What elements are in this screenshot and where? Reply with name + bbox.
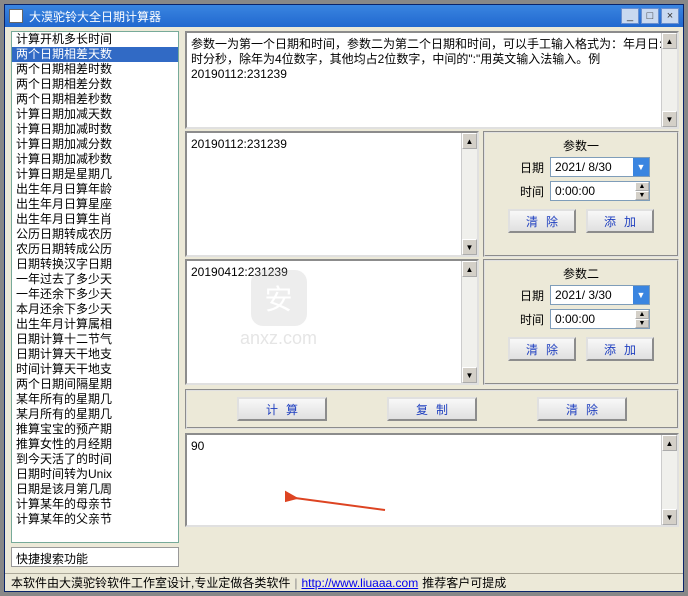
- result-box[interactable]: 90 ▲ ▼: [185, 433, 679, 527]
- app-icon: [9, 9, 23, 23]
- instructions-box[interactable]: 参数一为第一个日期和时间，参数二为第二个日期和时间，可以手工输入格式为：年月日:…: [185, 31, 679, 129]
- maximize-button[interactable]: □: [641, 8, 659, 24]
- param1-date-input[interactable]: 2021/ 8/30 ▼: [550, 157, 650, 177]
- window-title: 大漠驼铃大全日期计算器: [29, 8, 621, 25]
- result-text: 90: [191, 439, 204, 453]
- titlebar[interactable]: 大漠驼铃大全日期计算器 _ □ ×: [5, 5, 683, 27]
- scroll-down-icon[interactable]: ▼: [662, 509, 677, 525]
- scroll-up-icon[interactable]: ▲: [462, 133, 477, 149]
- scrollbar[interactable]: ▲ ▼: [661, 435, 677, 525]
- sidebar-item[interactable]: 两个日期间隔星期: [12, 377, 178, 392]
- param2-section: 20190412:231239 ▲ ▼ 参数二 日期 2021/ 3/30 ▼: [185, 259, 679, 385]
- spin-down-icon[interactable]: ▼: [635, 191, 649, 200]
- date-label: 日期: [512, 159, 544, 176]
- status-text: 本软件由大漠驼铃软件工作室设计,专业定做各类软件: [11, 574, 290, 591]
- param1-add-button[interactable]: 添加: [586, 209, 654, 233]
- param1-clear-button[interactable]: 清除: [508, 209, 576, 233]
- instructions-text: 参数一为第一个日期和时间，参数二为第二个日期和时间，可以手工输入格式为：年月日:…: [191, 37, 662, 81]
- spin-down-icon[interactable]: ▼: [635, 319, 649, 328]
- sidebar-item[interactable]: 一年还余下多少天: [12, 287, 178, 302]
- minimize-button[interactable]: _: [621, 8, 639, 24]
- param1-title: 参数一: [563, 137, 599, 153]
- sidebar-item[interactable]: 计算日期加减天数: [12, 107, 178, 122]
- sidebar-item[interactable]: 两个日期相差秒数: [12, 92, 178, 107]
- param1-section: 20190112:231239 ▲ ▼ 参数一 日期 2021/ 8/30 ▼: [185, 131, 679, 257]
- param2-date-input[interactable]: 2021/ 3/30 ▼: [550, 285, 650, 305]
- action-row: 计算 复制 清除: [185, 389, 679, 429]
- sidebar-item[interactable]: 出生年月日算年龄: [12, 182, 178, 197]
- close-button[interactable]: ×: [661, 8, 679, 24]
- sidebar-item[interactable]: 推算宝宝的预产期: [12, 422, 178, 437]
- sidebar-item[interactable]: 某月所有的星期几: [12, 407, 178, 422]
- sidebar-item[interactable]: 一年过去了多少天: [12, 272, 178, 287]
- sidebar-item[interactable]: 出生年月日算星座: [12, 197, 178, 212]
- sidebar-item[interactable]: 某年所有的星期几: [12, 392, 178, 407]
- time-label: 时间: [512, 183, 544, 200]
- date-label: 日期: [512, 287, 544, 304]
- sidebar-item[interactable]: 到今天活了的时间: [12, 452, 178, 467]
- sidebar-item[interactable]: 计算日期加减时数: [12, 122, 178, 137]
- param1-text: 20190112:231239: [191, 137, 287, 151]
- sidebar-item[interactable]: 日期计算天干地支: [12, 347, 178, 362]
- sidebar-item[interactable]: 计算某年的母亲节: [12, 497, 178, 512]
- scrollbar[interactable]: ▲ ▼: [461, 261, 477, 383]
- sidebar-item[interactable]: 两个日期相差天数: [12, 47, 178, 62]
- sidebar-item[interactable]: 两个日期相差分数: [12, 77, 178, 92]
- scroll-up-icon[interactable]: ▲: [662, 33, 677, 49]
- dropdown-icon[interactable]: ▼: [633, 286, 649, 304]
- sidebar-item[interactable]: 公历日期转成农历: [12, 227, 178, 242]
- param2-textarea[interactable]: 20190412:231239 ▲ ▼: [185, 259, 479, 385]
- scroll-up-icon[interactable]: ▲: [462, 261, 477, 277]
- spin-up-icon[interactable]: ▲: [635, 310, 649, 319]
- sidebar-item[interactable]: 农历日期转成公历: [12, 242, 178, 257]
- sidebar-item[interactable]: 日期转换汉字日期: [12, 257, 178, 272]
- param2-time-input[interactable]: 0:00:00 ▲▼: [550, 309, 650, 329]
- scroll-down-icon[interactable]: ▼: [462, 367, 477, 383]
- scroll-down-icon[interactable]: ▼: [462, 239, 477, 255]
- sidebar-item[interactable]: 计算日期加减秒数: [12, 152, 178, 167]
- quick-search-input[interactable]: 快捷搜索功能: [11, 547, 179, 567]
- status-text2: 推荐客户可提成: [422, 574, 506, 591]
- param2-text: 20190412:231239: [191, 265, 288, 279]
- sidebar-item[interactable]: 推算女性的月经期: [12, 437, 178, 452]
- sidebar-item[interactable]: 计算日期是星期几: [12, 167, 178, 182]
- sidebar-item[interactable]: 出生年月日算生肖: [12, 212, 178, 227]
- sidebar-item[interactable]: 时间计算天干地支: [12, 362, 178, 377]
- time-label: 时间: [512, 311, 544, 328]
- calculate-button[interactable]: 计算: [237, 397, 327, 421]
- sidebar-item[interactable]: 两个日期相差时数: [12, 62, 178, 77]
- content-area: 计算开机多长时间两个日期相差天数两个日期相差时数两个日期相差分数两个日期相差秒数…: [5, 27, 683, 573]
- main-panel: 参数一为第一个日期和时间，参数二为第二个日期和时间，可以手工输入格式为：年月日:…: [185, 31, 679, 571]
- sidebar-item[interactable]: 日期计算十二节气: [12, 332, 178, 347]
- scrollbar[interactable]: ▲ ▼: [461, 133, 477, 255]
- param1-panel: 参数一 日期 2021/ 8/30 ▼ 时间 0:00:00 ▲▼: [483, 131, 679, 257]
- scroll-down-icon[interactable]: ▼: [662, 111, 677, 127]
- dropdown-icon[interactable]: ▼: [633, 158, 649, 176]
- param2-title: 参数二: [563, 265, 599, 281]
- sidebar-item[interactable]: 计算开机多长时间: [12, 32, 178, 47]
- spin-up-icon[interactable]: ▲: [635, 182, 649, 191]
- function-list[interactable]: 计算开机多长时间两个日期相差天数两个日期相差时数两个日期相差分数两个日期相差秒数…: [11, 31, 179, 543]
- param2-panel: 参数二 日期 2021/ 3/30 ▼ 时间 0:00:00 ▲▼: [483, 259, 679, 385]
- sidebar-item[interactable]: 计算日期加减分数: [12, 137, 178, 152]
- app-window: 大漠驼铃大全日期计算器 _ □ × 计算开机多长时间两个日期相差天数两个日期相差…: [4, 4, 684, 592]
- sidebar-item[interactable]: 日期是该月第几周: [12, 482, 178, 497]
- statusbar: 本软件由大漠驼铃软件工作室设计,专业定做各类软件 | http://www.li…: [5, 573, 683, 591]
- sidebar-item[interactable]: 出生年月计算属相: [12, 317, 178, 332]
- param2-clear-button[interactable]: 清除: [508, 337, 576, 361]
- sidebar-item[interactable]: 日期时间转为Unix: [12, 467, 178, 482]
- status-link[interactable]: http://www.liuaaa.com: [301, 576, 418, 590]
- clear-button[interactable]: 清除: [537, 397, 627, 421]
- param1-time-input[interactable]: 0:00:00 ▲▼: [550, 181, 650, 201]
- scroll-up-icon[interactable]: ▲: [662, 435, 677, 451]
- sidebar-item[interactable]: 本月还余下多少天: [12, 302, 178, 317]
- scrollbar[interactable]: ▲ ▼: [661, 33, 677, 127]
- sidebar-item[interactable]: 计算某年的父亲节: [12, 512, 178, 527]
- param2-add-button[interactable]: 添加: [586, 337, 654, 361]
- copy-button[interactable]: 复制: [387, 397, 477, 421]
- param1-textarea[interactable]: 20190112:231239 ▲ ▼: [185, 131, 479, 257]
